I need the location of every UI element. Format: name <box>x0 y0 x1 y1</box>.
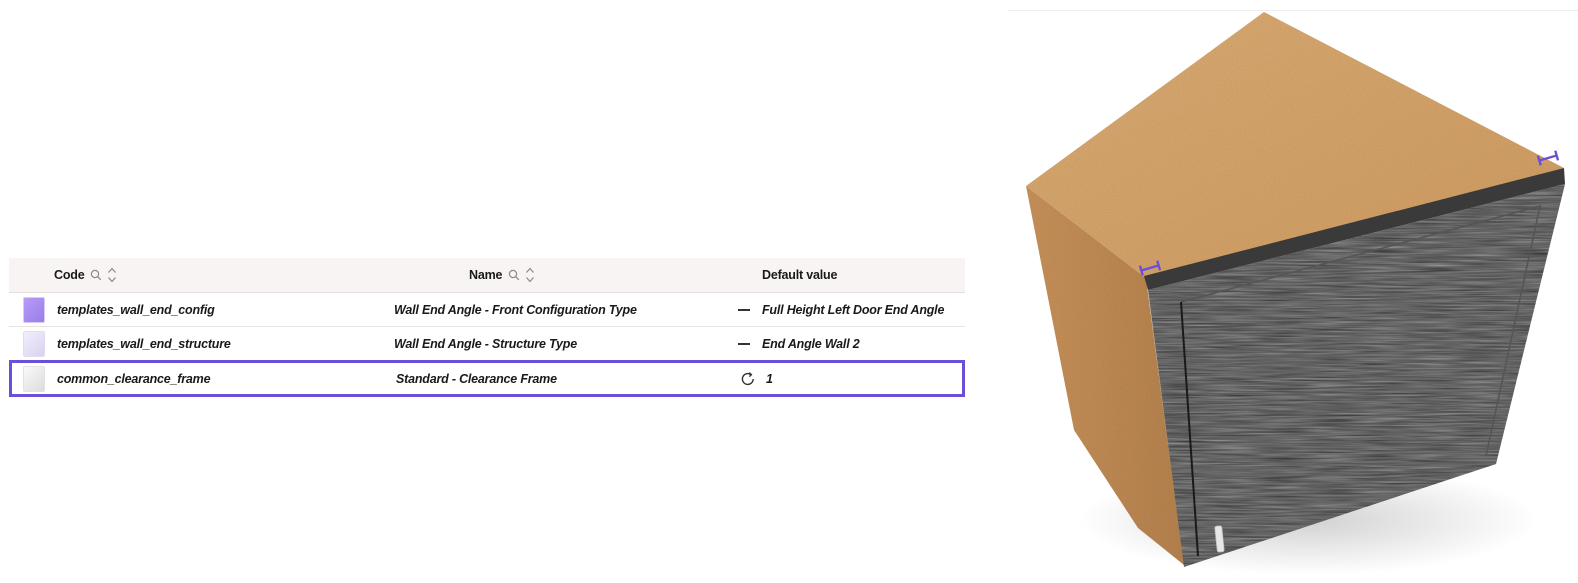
row-name: Standard - Clearance Frame <box>396 371 557 386</box>
row-code: templates_wall_end_config <box>57 302 215 317</box>
row-name: Wall End Angle - Structure Type <box>394 336 577 351</box>
row-code: common_clearance_frame <box>57 371 211 386</box>
column-header-default-value-label: Default value <box>762 268 838 282</box>
table-header: Code Name Default value <box>9 258 965 293</box>
table-row[interactable]: templates_wall_end_config Wall End Angle… <box>9 293 965 327</box>
column-header-code-label: Code <box>54 268 85 282</box>
row-code: templates_wall_end_structure <box>57 336 231 351</box>
row-default-value: 1 <box>766 371 773 386</box>
row-thumbnail <box>23 296 45 323</box>
cabinet-render <box>1026 12 1565 575</box>
column-header-name[interactable]: Name <box>469 258 535 292</box>
column-header-name-label: Name <box>469 268 503 282</box>
column-header-code[interactable]: Code <box>54 258 117 292</box>
row-default-value: End Angle Wall 2 <box>762 336 860 351</box>
column-header-default-value: Default value <box>762 258 837 292</box>
row-default-value: Full Height Left Door End Angle <box>762 302 945 317</box>
reset-icon[interactable] <box>739 363 757 394</box>
dash-icon <box>738 342 750 345</box>
3d-viewer[interactable] <box>1008 0 1578 578</box>
row-name: Wall End Angle - Front Configuration Typ… <box>394 302 637 317</box>
row-thumbnail <box>23 365 45 392</box>
sort-icon[interactable] <box>107 266 117 284</box>
row-thumbnail <box>23 330 45 357</box>
search-icon[interactable] <box>90 269 102 281</box>
table-row-selected[interactable]: common_clearance_frame Standard - Cleara… <box>9 360 965 397</box>
parameters-table: Code Name Default value templates_wall_e <box>9 258 965 397</box>
sort-icon[interactable] <box>525 266 535 284</box>
table-row[interactable]: templates_wall_end_structure Wall End An… <box>9 327 965 361</box>
search-icon[interactable] <box>508 269 520 281</box>
dash-icon <box>738 308 750 311</box>
